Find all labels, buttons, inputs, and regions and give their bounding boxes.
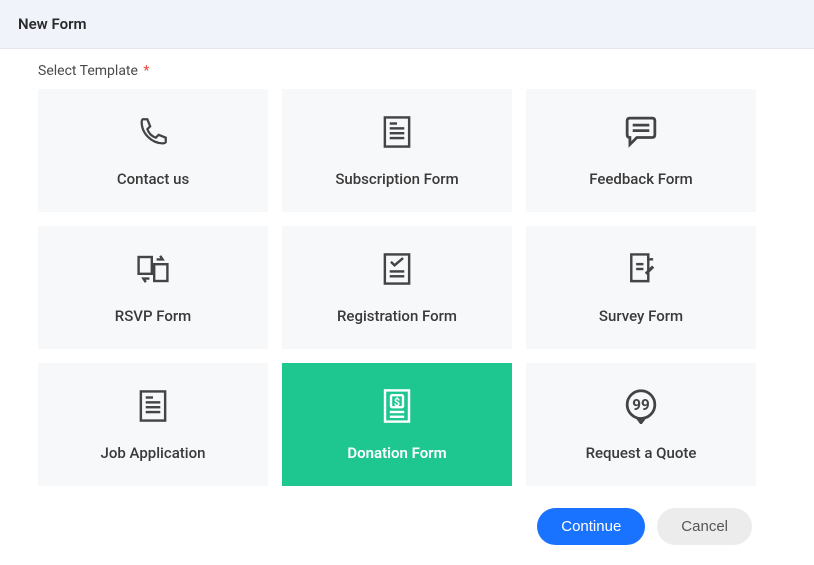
template-card-job-application[interactable]: Job Application: [38, 363, 268, 486]
quote-icon: 99: [623, 388, 659, 424]
template-label: RSVP Form: [115, 307, 192, 325]
checklist-icon: [379, 251, 415, 287]
field-label-text: Select Template: [38, 63, 138, 79]
template-card-rsvp-form[interactable]: RSVP Form: [38, 226, 268, 349]
cancel-button[interactable]: Cancel: [657, 508, 752, 545]
document-lines-icon: [379, 114, 415, 150]
modal-title: New Form: [18, 15, 796, 33]
phone-icon: [135, 114, 171, 150]
template-label: Subscription Form: [335, 170, 458, 188]
template-label: Feedback Form: [589, 170, 693, 188]
template-label: Job Application: [101, 444, 206, 462]
template-label: Contact us: [117, 170, 189, 188]
template-label: Donation Form: [347, 444, 446, 462]
template-card-subscription-form[interactable]: Subscription Form: [282, 89, 512, 212]
template-card-survey-form[interactable]: Survey Form: [526, 226, 756, 349]
document-lines-icon: [135, 388, 171, 424]
template-label: Survey Form: [599, 307, 683, 325]
rsvp-icon: [135, 251, 171, 287]
template-card-contact-us[interactable]: Contact us: [38, 89, 268, 212]
donation-icon: $: [379, 388, 415, 424]
template-card-request-a-quote[interactable]: 99 Request a Quote: [526, 363, 756, 486]
template-card-registration-form[interactable]: Registration Form: [282, 226, 512, 349]
svg-text:99: 99: [632, 396, 649, 414]
modal-content: Select Template * Contact us: [0, 49, 814, 565]
modal-footer: Continue Cancel: [38, 496, 776, 545]
select-template-label: Select Template *: [38, 63, 776, 79]
continue-button[interactable]: Continue: [537, 508, 645, 545]
template-label: Request a Quote: [586, 444, 697, 462]
survey-icon: [623, 251, 659, 287]
svg-text:$: $: [394, 396, 400, 409]
template-label: Registration Form: [337, 307, 457, 325]
required-indicator: *: [143, 63, 149, 79]
template-card-feedback-form[interactable]: Feedback Form: [526, 89, 756, 212]
modal-header: New Form: [0, 0, 814, 49]
chat-icon: [623, 114, 659, 150]
template-card-donation-form[interactable]: $ Donation Form: [282, 363, 512, 486]
template-grid: Contact us Subscription Form: [38, 89, 776, 486]
